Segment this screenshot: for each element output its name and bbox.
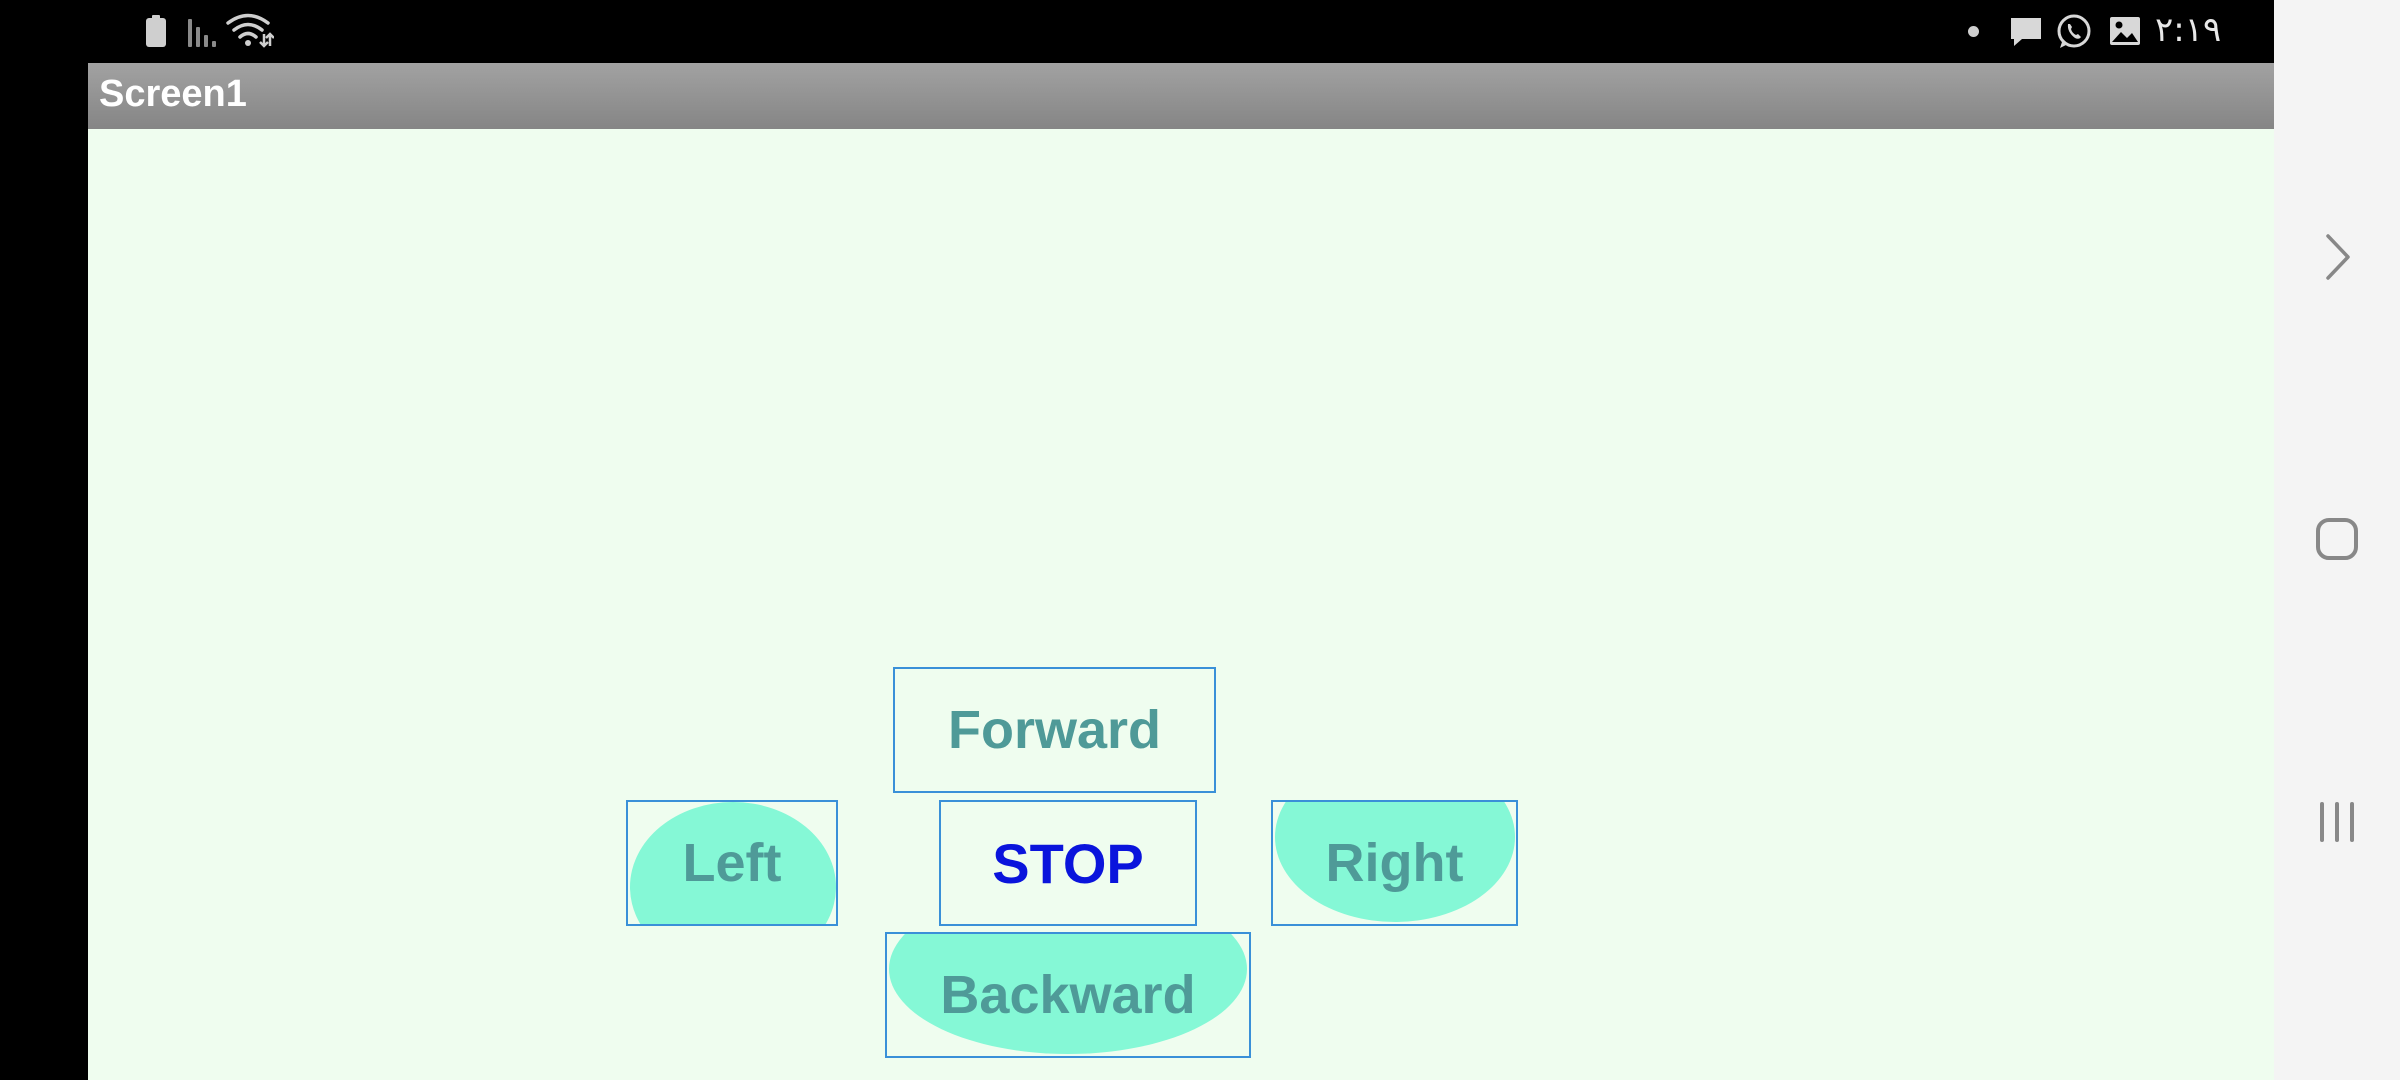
status-bar: ۲:۱۹	[0, 0, 2274, 63]
screen-title: Screen1	[99, 73, 247, 115]
left-screen-edge	[0, 0, 88, 1080]
left-button[interactable]: Left	[626, 800, 838, 926]
forward-button-label: Forward	[947, 700, 1162, 760]
home-icon[interactable]	[2274, 516, 2400, 562]
status-clock: ۲:۱۹	[2155, 10, 2222, 50]
recents-icon[interactable]	[2274, 800, 2400, 844]
stop-button-label: STOP	[992, 831, 1144, 895]
gallery-icon	[2108, 15, 2142, 47]
forward-button[interactable]: Forward	[893, 667, 1216, 793]
wifi-icon	[226, 12, 275, 48]
backward-button-label: Backward	[940, 965, 1196, 1025]
right-button[interactable]: Right	[1271, 800, 1518, 926]
battery-icon	[146, 15, 166, 47]
app-screen: Screen1 Forward Left STOP Right Backward	[88, 63, 2274, 1080]
message-icon	[2008, 15, 2044, 49]
navigation-bar	[2274, 0, 2400, 1080]
notification-dot-icon	[1968, 26, 1979, 37]
chevron-right-icon[interactable]	[2274, 232, 2400, 282]
whatsapp-icon	[2055, 13, 2093, 51]
signal-icon	[188, 17, 220, 47]
stop-button[interactable]: STOP	[939, 800, 1197, 926]
left-button-label: Left	[682, 833, 782, 893]
title-bar: Screen1	[88, 63, 2274, 129]
right-button-label: Right	[1325, 833, 1464, 893]
backward-button[interactable]: Backward	[885, 932, 1251, 1058]
